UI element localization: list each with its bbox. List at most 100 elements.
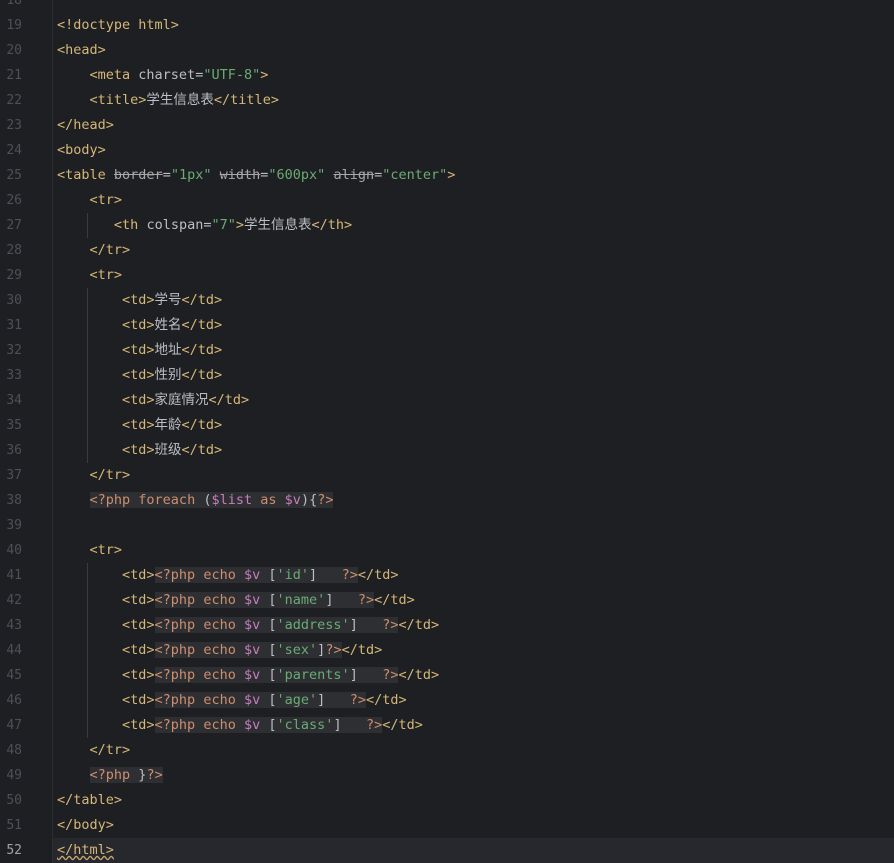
code-line[interactable]: <tr> — [53, 263, 894, 288]
line-number: 35 — [6, 418, 22, 433]
code-line[interactable]: <td><?php echo $v ['parents'] ?></td> — [53, 663, 894, 688]
line-number: 25 — [6, 168, 22, 183]
string: "UTF-8" — [203, 67, 261, 83]
code-line[interactable]: <head> — [53, 38, 894, 63]
php-close-tag: ?> — [357, 592, 375, 608]
php-keyword: echo — [203, 567, 236, 583]
code-line[interactable]: </tr> — [53, 463, 894, 488]
php-block: <?php echo $v ['class'] ?> — [154, 717, 383, 733]
line-number: 33 — [6, 368, 22, 383]
code-line[interactable]: <td><?php echo $v ['class'] ?></td> — [53, 713, 894, 738]
php-open-tag: <?php — [154, 692, 196, 708]
code-line[interactable]: <table border="1px" width="600px" align=… — [53, 163, 894, 188]
deprecated-attribute: width — [219, 167, 261, 183]
php-open-tag: <?php — [89, 492, 131, 508]
php-open-tag: <?php — [89, 767, 131, 783]
tag: </table> — [57, 792, 123, 808]
tag: </th> — [311, 217, 353, 233]
current-code-line[interactable]: </html> — [53, 838, 894, 863]
code-line[interactable]: <meta charset="UTF-8"> — [53, 63, 894, 88]
code-line[interactable]: <?php foreach ($list as $v){?> — [53, 488, 894, 513]
code-line[interactable]: </tr> — [53, 238, 894, 263]
code-line[interactable]: <?php }?> — [53, 763, 894, 788]
code-line[interactable]: <th colspan="7">学生信息表</th> — [53, 213, 894, 238]
line-number: 49 — [6, 768, 22, 783]
tag: </td> — [181, 367, 223, 383]
php-variable: $v — [243, 642, 261, 658]
code-line[interactable]: <td><?php echo $v ['id'] ?></td> — [53, 563, 894, 588]
code-line[interactable]: <td>性别</td> — [53, 363, 894, 388]
tag: </td> — [181, 417, 223, 433]
tag: </tr> — [89, 467, 131, 483]
code-line[interactable]: <!doctype html> — [53, 13, 894, 38]
tag: </td> — [181, 292, 223, 308]
code-line[interactable]: <td><?php echo $v ['address'] ?></td> — [53, 613, 894, 638]
php-block: <?php echo $v ['id'] ?> — [154, 567, 358, 583]
string: "center" — [382, 167, 448, 183]
php-string: 'sex' — [276, 642, 318, 658]
line-number: 29 — [6, 268, 22, 283]
code-line[interactable]: </head> — [53, 113, 894, 138]
tag: <td> — [122, 417, 155, 433]
tag: </td> — [398, 667, 440, 683]
tag: <td> — [122, 292, 155, 308]
php-keyword: as — [260, 492, 277, 508]
php-keyword: echo — [203, 692, 236, 708]
line-number: 21 — [6, 68, 22, 83]
tag: <td> — [122, 442, 155, 458]
php-block: <?php foreach ($list as $v){?> — [89, 492, 334, 508]
deprecated-attribute: align — [333, 167, 375, 183]
tag: </td> — [374, 592, 415, 608]
text: 学生信息表 — [146, 92, 214, 108]
header-text: 学号 — [154, 292, 182, 308]
code-line[interactable]: <td>家庭情况</td> — [53, 388, 894, 413]
tag: </tr> — [89, 242, 131, 258]
tag: <tr> — [89, 192, 123, 208]
code-line[interactable]: <body> — [53, 138, 894, 163]
php-variable: $v — [243, 667, 261, 683]
line-number: 19 — [6, 18, 22, 33]
php-open-tag: <?php — [154, 717, 196, 733]
php-keyword: foreach — [138, 492, 196, 508]
attribute: colspan — [146, 217, 204, 233]
code-line[interactable]: <td><?php echo $v ['age'] ?></td> — [53, 688, 894, 713]
php-close-tag: ?> — [382, 617, 399, 633]
code-line[interactable]: <td>地址</td> — [53, 338, 894, 363]
header-text: 班级 — [154, 442, 182, 458]
code-line[interactable]: <td>班级</td> — [53, 438, 894, 463]
code-area[interactable]: <!doctype html> <head> <meta charset="UT… — [53, 0, 894, 863]
php-variable: $v — [243, 692, 261, 708]
code-line[interactable]: <td><?php echo $v ['sex']?></td> — [53, 638, 894, 663]
tag: </td> — [208, 392, 250, 408]
code-line[interactable]: </table> — [53, 788, 894, 813]
tag: <table — [57, 167, 106, 183]
code-line[interactable]: <td>学号</td> — [53, 288, 894, 313]
tag: <td> — [122, 367, 155, 383]
code-line[interactable]: <tr> — [53, 188, 894, 213]
code-line[interactable]: <td><?php echo $v ['name'] ?></td> — [53, 588, 894, 613]
tag: </title> — [213, 92, 279, 108]
code-editor[interactable]: 18 19 20 21 22 23 24 25 26 27 28 29 30 3… — [0, 0, 894, 863]
code-line[interactable]: <title>学生信息表</title> — [53, 88, 894, 113]
code-line[interactable]: <td>年龄</td> — [53, 413, 894, 438]
tag: <meta — [89, 67, 131, 83]
tag: <td> — [122, 617, 155, 633]
php-variable: $v — [243, 592, 261, 608]
header-text: 年龄 — [154, 417, 182, 433]
deprecated-attribute: border — [113, 167, 163, 183]
code-line[interactable]: <tr> — [53, 538, 894, 563]
code-line[interactable]: </body> — [53, 813, 894, 838]
php-open-tag: <?php — [154, 617, 196, 633]
line-number: 46 — [6, 693, 22, 708]
tag: </td> — [181, 442, 223, 458]
tag: <td> — [122, 567, 155, 583]
line-number: 24 — [6, 143, 22, 158]
header-text: 性别 — [154, 367, 182, 383]
current-line-number: 52 — [6, 843, 22, 858]
tag: <td> — [122, 692, 155, 708]
tag-with-warning: </html> — [57, 842, 114, 858]
tag: <body> — [57, 142, 106, 158]
line-number: 28 — [6, 243, 22, 258]
code-line[interactable]: <td>姓名</td> — [53, 313, 894, 338]
code-line[interactable]: </tr> — [53, 738, 894, 763]
